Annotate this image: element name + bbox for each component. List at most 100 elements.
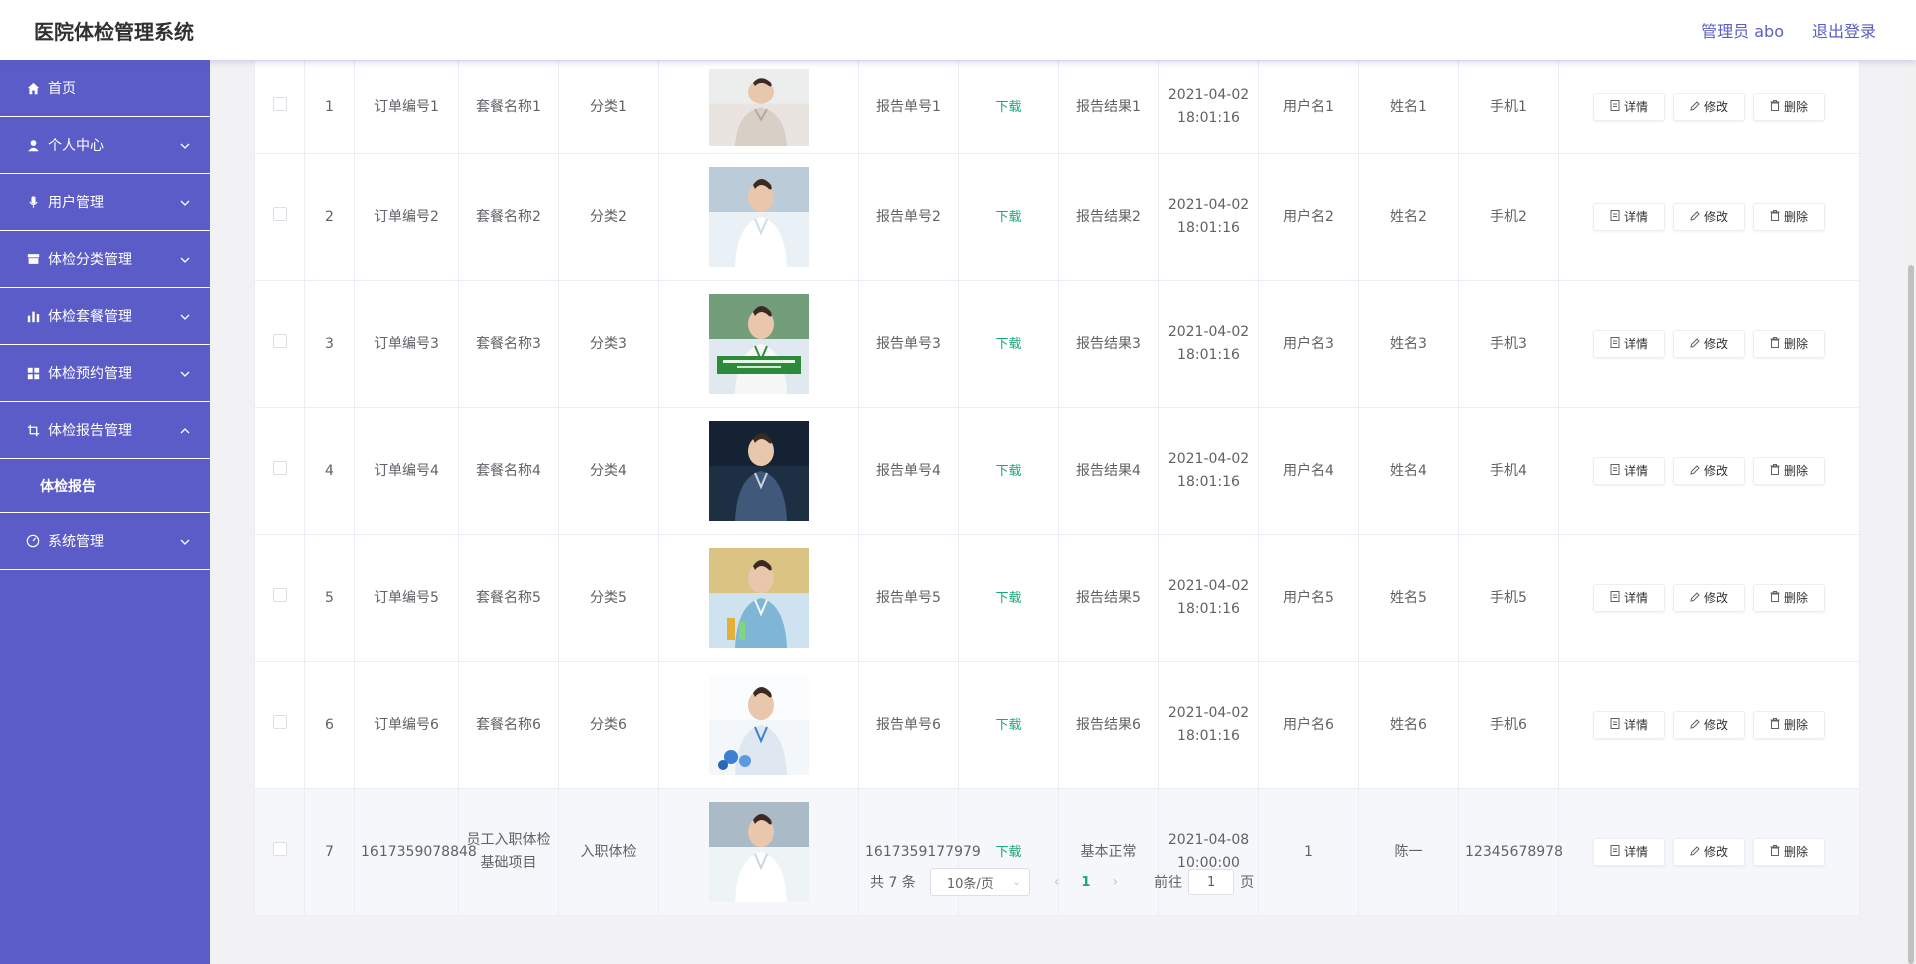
sidebar-item-6[interactable]: 体检报告管理 (0, 402, 210, 459)
row-checkbox[interactable] (272, 96, 287, 111)
edit-button[interactable]: 修改 (1673, 203, 1745, 231)
scrollbar-thumb[interactable] (1908, 265, 1914, 964)
row-checkbox[interactable] (272, 714, 287, 729)
detail-button-label: 详情 (1623, 463, 1648, 478)
sidebar-item-0[interactable]: 首页 (0, 60, 210, 117)
edit-button[interactable]: 修改 (1673, 93, 1745, 121)
detail-button[interactable]: 详情 (1593, 330, 1665, 358)
row-actions-cell: 详情 修改 删除 (1558, 153, 1860, 281)
row-checkbox[interactable] (272, 460, 287, 475)
pencil-icon (1690, 206, 1700, 229)
phone-number: 手机2 (1458, 153, 1559, 281)
table-row[interactable]: 1 订单编号1 套餐名称1 分类1 报告单号1 下载 报告结果1 2021-04-02 18:… (254, 60, 1860, 154)
row-checkbox-cell (254, 153, 305, 281)
page-size-select[interactable]: 10条/页 ⌄ (929, 868, 1030, 896)
download-link[interactable]: 下载 (995, 100, 1021, 115)
delete-button[interactable]: 删除 (1753, 93, 1825, 121)
pencil-icon (1690, 96, 1700, 119)
detail-button[interactable]: 详情 (1593, 457, 1665, 485)
order-number: 订单编号2 (354, 153, 459, 281)
page-suffix: 页 (1240, 875, 1255, 891)
prev-page-icon[interactable]: ‹ (1054, 874, 1060, 890)
download-link[interactable]: 下载 (995, 464, 1021, 479)
edit-button-label: 修改 (1703, 99, 1728, 114)
sidebar-item-4[interactable]: 体检套餐管理 (0, 288, 210, 345)
report-image-cell (658, 407, 859, 535)
delete-button[interactable]: 删除 (1753, 584, 1825, 612)
next-page-icon[interactable]: › (1112, 874, 1118, 890)
edit-button-label: 修改 (1703, 590, 1728, 605)
table-row[interactable]: 2 订单编号2 套餐名称2 分类2 报告单号2 下载 报告结果2 2021-04-02 18:… (254, 153, 1860, 281)
delete-button[interactable]: 删除 (1753, 330, 1825, 358)
detail-button[interactable]: 详情 (1593, 203, 1665, 231)
report-number: 1617359177979 (858, 788, 981, 916)
table-row[interactable]: 3 订单编号3 套餐名称3 分类3 报告单号3 下载 报告结果3 2021-04-02 18:… (254, 280, 1860, 408)
sidebar-item-8[interactable]: 系统管理 (0, 513, 210, 570)
trash-icon (1770, 333, 1780, 356)
edit-button-label: 修改 (1703, 336, 1728, 351)
table-row[interactable]: 6 订单编号6 套餐名称6 分类6 报告单号6 下载 报告结果6 2021-04-02 18:… (254, 661, 1860, 789)
report-table-container: 1 订单编号1 套餐名称1 分类1 报告单号1 下载 报告结果1 2021-04-02 18:… (254, 60, 1860, 916)
username: 用户名2 (1258, 153, 1359, 281)
delete-button-label: 删除 (1783, 99, 1808, 114)
document-icon (1610, 714, 1620, 737)
report-result: 报告结果6 (1058, 661, 1159, 789)
current-page-number[interactable]: 1 (1081, 875, 1090, 890)
download-link[interactable]: 下载 (995, 845, 1021, 860)
delete-button[interactable]: 删除 (1753, 203, 1825, 231)
table-row[interactable]: 5 订单编号5 套餐名称5 分类5 报告单号5 下载 报告结果5 2021-04-02 18:… (254, 534, 1860, 662)
row-checkbox[interactable] (272, 841, 287, 856)
delete-button[interactable]: 删除 (1753, 838, 1825, 866)
top-header: 医院体检管理系统 管理员 abo 退出登录 (0, 0, 1916, 60)
row-checkbox[interactable] (272, 206, 287, 221)
sidebar-item-label: 用户管理 (48, 195, 104, 211)
table-row[interactable]: 7 1617359078848 员工入职体检基础项目 入职体检 161735917797… (254, 788, 1860, 916)
page-scrollbar[interactable] (1906, 60, 1916, 964)
dashboard-icon (24, 534, 42, 548)
row-index: 6 (304, 661, 355, 789)
sidebar-item-label: 体检报告管理 (48, 423, 132, 439)
phone-number: 手机1 (1458, 60, 1559, 154)
download-link[interactable]: 下载 (995, 591, 1021, 606)
sidebar-menu: 首页 个人中心用户管理体检分类管理 体检套餐管理 体检预约管理体检报告管理体检报告 系统… (0, 60, 210, 964)
phone-number: 手机3 (1458, 280, 1559, 408)
report-result: 报告结果2 (1058, 153, 1159, 281)
row-checkbox[interactable] (272, 587, 287, 602)
sidebar-item-7[interactable]: 体检报告 (0, 459, 210, 513)
detail-button[interactable]: 详情 (1593, 584, 1665, 612)
download-link[interactable]: 下载 (995, 337, 1021, 352)
chevron-up-icon (180, 423, 190, 437)
table-row[interactable]: 4 订单编号4 套餐名称4 分类4 报告单号4 下载 报告结果4 2021-04-02 18:… (254, 407, 1860, 535)
edit-button[interactable]: 修改 (1673, 584, 1745, 612)
sidebar-item-2[interactable]: 用户管理 (0, 174, 210, 231)
username: 用户名3 (1258, 280, 1359, 408)
detail-button[interactable]: 详情 (1593, 711, 1665, 739)
delete-button-label: 删除 (1783, 463, 1808, 478)
folder-icon (24, 253, 42, 265)
sidebar-item-3[interactable]: 体检分类管理 (0, 231, 210, 288)
edit-button[interactable]: 修改 (1673, 838, 1745, 866)
order-number: 订单编号1 (354, 60, 459, 154)
download-link[interactable]: 下载 (995, 718, 1021, 733)
edit-button[interactable]: 修改 (1673, 711, 1745, 739)
delete-button[interactable]: 删除 (1753, 711, 1825, 739)
username: 用户名4 (1258, 407, 1359, 535)
logout-link[interactable]: 退出登录 (1812, 18, 1876, 42)
goto-page-input[interactable]: 1 (1188, 869, 1235, 895)
report-time: 2021-04-02 18:01:16 (1158, 153, 1259, 281)
download-cell: 下载 (958, 280, 1059, 408)
delete-button-label: 删除 (1783, 717, 1808, 732)
sidebar-item-5[interactable]: 体检预约管理 (0, 345, 210, 402)
download-link[interactable]: 下载 (995, 210, 1021, 225)
edit-button[interactable]: 修改 (1673, 457, 1745, 485)
chevron-down-icon (180, 138, 190, 152)
delete-button[interactable]: 删除 (1753, 457, 1825, 485)
chevron-down-icon: ⌄ (1012, 876, 1021, 888)
row-checkbox[interactable] (272, 333, 287, 348)
sidebar-item-1[interactable]: 个人中心 (0, 117, 210, 174)
row-checkbox-cell (254, 60, 305, 154)
edit-button[interactable]: 修改 (1673, 330, 1745, 358)
detail-button[interactable]: 详情 (1593, 93, 1665, 121)
category-name: 分类2 (558, 153, 659, 281)
detail-button[interactable]: 详情 (1593, 838, 1665, 866)
